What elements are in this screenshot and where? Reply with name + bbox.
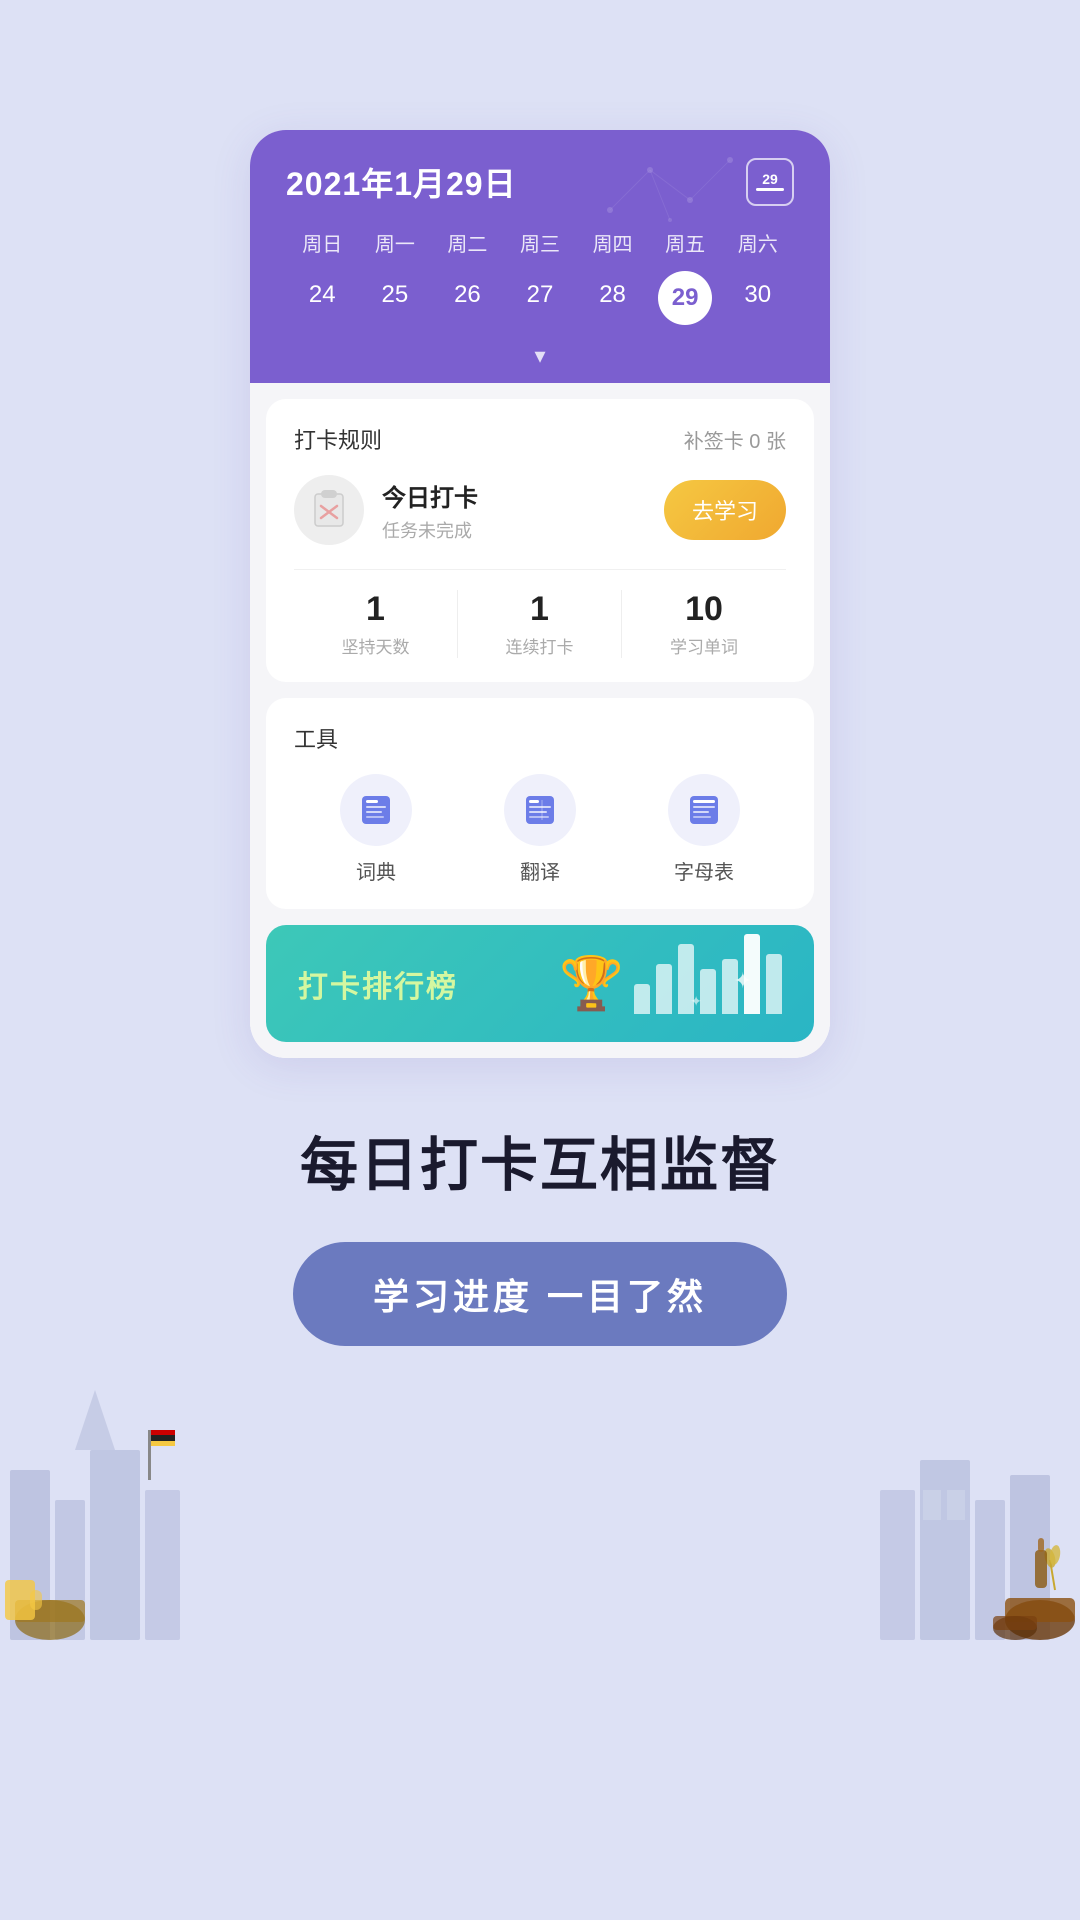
checkin-card: 打卡规则 补签卡 0 张 今日打卡 <box>266 399 814 682</box>
weekday-wed: 周三 <box>504 224 577 261</box>
leaderboard-highlight: 排行榜 <box>362 971 458 1004</box>
stat-persist-num: 1 <box>294 590 457 629</box>
supplement-label: 补签卡 0 张 <box>684 425 786 454</box>
task-status-label: 任务未完成 <box>382 517 478 543</box>
today-punchin-label: 今日打卡 <box>382 478 478 513</box>
stat-persist: 1 坚持天数 <box>294 590 458 658</box>
cal-icon-line <box>756 188 784 191</box>
leaderboard-right: 🏆 ✦ ✦ <box>559 953 782 1014</box>
leaderboard-banner[interactable]: 打卡排行榜 🏆 ✦ ✦ <box>266 925 814 1042</box>
date-27[interactable]: 27 <box>504 271 577 325</box>
punchin-icon <box>294 475 364 545</box>
calendar-title: 2021年1月29日 <box>286 159 517 205</box>
checkin-card-header: 打卡规则 补签卡 0 张 <box>294 423 786 455</box>
translate-icon <box>522 792 558 828</box>
city-left-decoration <box>0 1290 200 1640</box>
stats-row: 1 坚持天数 1 连续打卡 10 学习单词 <box>294 569 786 658</box>
tool-dictionary[interactable]: 词典 <box>340 774 412 885</box>
weekday-tue: 周二 <box>431 224 504 261</box>
tool-translate[interactable]: 翻译 <box>504 774 576 885</box>
weekday-fri: 周五 <box>649 224 722 261</box>
stat-streak-num: 1 <box>458 590 621 629</box>
tools-card: 工具 词典 <box>266 698 814 909</box>
calendar-section: 2021年1月29日 29 周日 周一 周二 周三 周四 周五 周六 24 25… <box>250 130 830 383</box>
leaderboard-bar-chart <box>634 954 782 1014</box>
stat-streak-label: 连续打卡 <box>458 633 621 658</box>
stat-streak: 1 连续打卡 <box>458 590 622 658</box>
punchin-info: 今日打卡 任务未完成 <box>382 478 478 543</box>
dictionary-icon <box>358 792 394 828</box>
weekday-sat: 周六 <box>721 224 794 261</box>
date-30[interactable]: 30 <box>721 271 794 325</box>
sparkle-icon: ✦ <box>734 968 752 994</box>
alphabet-icon <box>686 792 722 828</box>
dictionary-label: 词典 <box>356 856 396 885</box>
alphabet-icon-bg <box>668 774 740 846</box>
alphabet-label: 字母表 <box>674 856 734 885</box>
calendar-icon-num: 29 <box>762 172 778 186</box>
clipboard-icon <box>307 488 351 532</box>
stat-words: 10 学习单词 <box>622 590 786 658</box>
weekday-row: 周日 周一 周二 周三 周四 周五 周六 <box>286 224 794 261</box>
translate-label: 翻译 <box>520 856 560 885</box>
dictionary-icon-bg <box>340 774 412 846</box>
weekday-mon: 周一 <box>359 224 432 261</box>
bar-4 <box>700 969 716 1014</box>
arrow-down-icon: ▾ <box>534 343 545 368</box>
calendar-title-row: 2021年1月29日 29 <box>286 158 794 206</box>
stat-persist-label: 坚持天数 <box>294 633 457 658</box>
bar-7 <box>766 954 782 1014</box>
calendar-expand-arrow[interactable]: ▾ <box>286 335 794 383</box>
punchin-left: 今日打卡 任务未完成 <box>294 475 478 545</box>
trophy-icon: 🏆 <box>559 953 624 1014</box>
translate-icon-bg <box>504 774 576 846</box>
go-study-button[interactable]: 去学习 <box>664 480 786 540</box>
city-right-decoration <box>880 1290 1080 1640</box>
bottom-section: 每日打卡互相监督 学习进度 一目了然 <box>213 1118 867 1346</box>
calendar-icon-button[interactable]: 29 <box>746 158 794 206</box>
tools-card-header: 工具 <box>294 722 786 754</box>
leaderboard-title: 打卡排行榜 <box>298 971 458 1004</box>
bar-2 <box>656 964 672 1014</box>
leaderboard-prefix: 打卡 <box>298 971 362 1004</box>
checkin-rules-label: 打卡规则 <box>294 423 382 455</box>
weekday-sun: 周日 <box>286 224 359 261</box>
date-29-active[interactable]: 29 <box>658 271 712 325</box>
weekday-thu: 周四 <box>576 224 649 261</box>
bar-1 <box>634 984 650 1014</box>
phone-card: 2021年1月29日 29 周日 周一 周二 周三 周四 周五 周六 24 25… <box>250 130 830 1058</box>
date-26[interactable]: 26 <box>431 271 504 325</box>
date-28[interactable]: 28 <box>576 271 649 325</box>
content-area: 打卡规则 补签卡 0 张 今日打卡 <box>250 383 830 1058</box>
tools-row: 词典 翻译 <box>294 774 786 885</box>
leaderboard-text: 打卡排行榜 <box>298 962 458 1006</box>
date-25[interactable]: 25 <box>359 271 432 325</box>
tool-alphabet[interactable]: 字母表 <box>668 774 740 885</box>
main-slogan: 每日打卡互相监督 <box>293 1118 787 1202</box>
date-row: 24 25 26 27 28 29 30 <box>286 271 794 335</box>
punchin-row: 今日打卡 任务未完成 去学习 <box>294 475 786 545</box>
stat-words-num: 10 <box>622 590 786 629</box>
date-24[interactable]: 24 <box>286 271 359 325</box>
tools-label: 工具 <box>294 722 338 754</box>
sparkle-small-icon: ✦ <box>690 993 702 1010</box>
stat-words-label: 学习单词 <box>622 633 786 658</box>
sub-slogan-button[interactable]: 学习进度 一目了然 <box>293 1242 787 1346</box>
